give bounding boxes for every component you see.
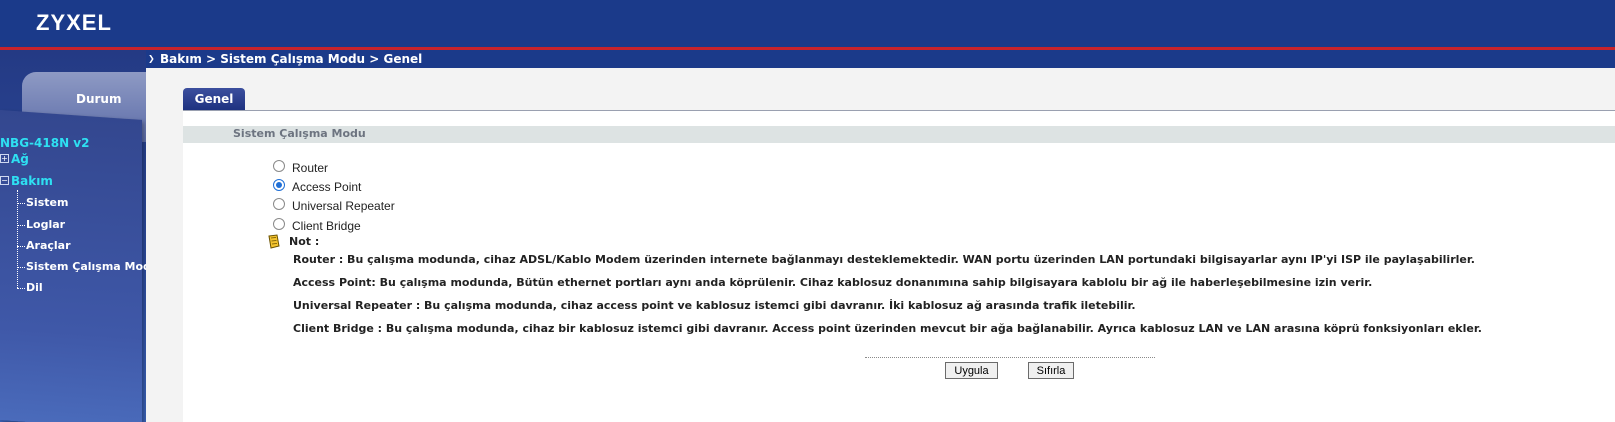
- note-icon: [268, 234, 280, 249]
- client-bridge-radio[interactable]: [273, 218, 285, 230]
- note-access-point: Access Point: Bu çalışma modunda, Bütün …: [293, 276, 1373, 289]
- tree-connector: [17, 190, 18, 288]
- tree-branch: [17, 203, 25, 204]
- access-point-label[interactable]: Access Point: [292, 180, 361, 194]
- note-label: Not :: [289, 235, 320, 248]
- universal-repeater-label[interactable]: Universal Repeater: [292, 199, 395, 213]
- button-separator: [865, 357, 1155, 358]
- router-radio[interactable]: [273, 160, 285, 172]
- note-router: Router : Bu çalışma modunda, cihaz ADSL/…: [293, 253, 1475, 266]
- reset-button[interactable]: Sıfırla: [1028, 362, 1074, 379]
- tree-branch: [17, 246, 25, 247]
- sidebar-item-language[interactable]: Dil: [26, 281, 43, 294]
- brand-logo: ZYXEL: [36, 10, 112, 35]
- section-title: Sistem Çalışma Modu: [233, 127, 366, 140]
- client-bridge-label[interactable]: Client Bridge: [292, 219, 361, 233]
- sidebar-item-maintenance[interactable]: Bakım: [11, 174, 53, 188]
- access-point-radio[interactable]: [273, 179, 285, 191]
- note-universal-repeater: Universal Repeater : Bu çalışma modunda,…: [293, 299, 1136, 312]
- sidebar-item-logs[interactable]: Loglar: [26, 218, 65, 231]
- collapse-icon[interactable]: −: [0, 176, 9, 185]
- sidebar-item-network[interactable]: Ağ: [11, 152, 29, 166]
- device-name: NBG-418N v2: [0, 136, 90, 150]
- tree-branch: [17, 267, 25, 268]
- expand-icon[interactable]: +: [0, 154, 9, 163]
- top-banner: ZYXEL: [0, 0, 1615, 47]
- sidebar-item-system[interactable]: Sistem: [26, 196, 68, 209]
- universal-repeater-radio[interactable]: [273, 198, 285, 210]
- sidebar-item-tools[interactable]: Araçlar: [26, 239, 71, 252]
- tree-branch: [17, 288, 25, 289]
- settings-panel: [183, 111, 1615, 422]
- note-client-bridge: Client Bridge : Bu çalışma modunda, ciha…: [293, 322, 1482, 335]
- tree-branch: [17, 225, 25, 226]
- tab-general[interactable]: Genel: [183, 88, 245, 110]
- breadcrumb: Bakım > Sistem Çalışma Modu > Genel: [160, 52, 423, 66]
- section-header: [183, 126, 1615, 143]
- sidebar-item-operation-mode[interactable]: Sistem Çalışma Modu: [26, 260, 159, 273]
- router-label[interactable]: Router: [292, 161, 328, 175]
- breadcrumb-arrow-icon: ❯: [148, 54, 155, 63]
- sidebar: Durum: [0, 50, 146, 422]
- apply-button[interactable]: Uygula: [945, 362, 998, 379]
- status-tab[interactable]: Durum: [76, 92, 121, 106]
